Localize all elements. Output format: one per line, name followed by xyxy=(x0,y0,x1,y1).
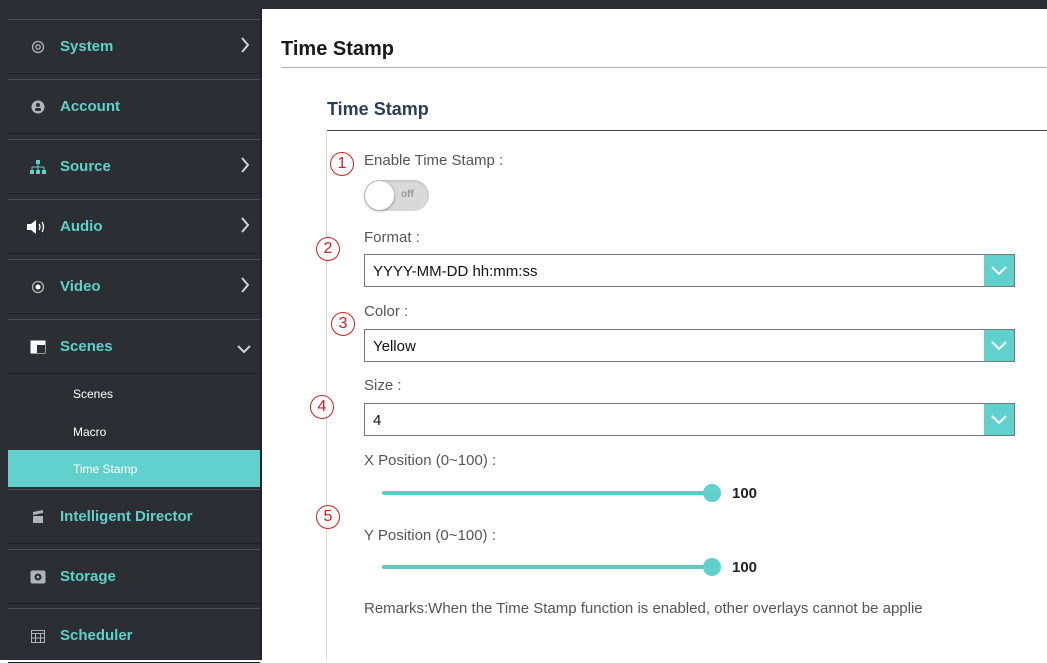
sidebar-item-label: Audio xyxy=(60,218,103,235)
title-divider xyxy=(281,67,1047,68)
account-icon xyxy=(26,100,50,114)
size-label: Size : xyxy=(364,377,402,394)
annotation-marker-2: 2 xyxy=(316,237,340,261)
sidebar-subitem-label: Scenes xyxy=(73,386,114,401)
chevron-down-icon xyxy=(237,345,251,354)
size-select[interactable]: 4 xyxy=(364,403,1015,436)
storage-icon xyxy=(26,570,50,584)
dropdown-button[interactable] xyxy=(984,255,1014,286)
chevron-right-icon xyxy=(241,217,250,233)
sidebar-subitem-label: Macro xyxy=(73,424,107,439)
color-select[interactable]: Yellow xyxy=(364,329,1015,362)
sidebar-subitem-macro[interactable]: Macro xyxy=(8,413,260,450)
sidebar-item-label: Intelligent Director xyxy=(60,508,193,525)
y-position-slider-handle[interactable] xyxy=(703,558,721,576)
annotation-marker-5: 5 xyxy=(316,505,340,529)
toggle-state-text: off xyxy=(401,189,414,200)
sidebar-item-storage[interactable]: Storage xyxy=(8,549,260,604)
enable-time-stamp-toggle[interactable]: off xyxy=(364,180,429,211)
sidebar-item-label: Account xyxy=(60,98,120,115)
chevron-down-icon xyxy=(991,414,1007,424)
x-position-slider-track[interactable] xyxy=(382,491,712,495)
sitemap-icon xyxy=(26,159,50,174)
sidebar-item-label: Storage xyxy=(60,568,116,585)
top-bar xyxy=(0,0,1047,9)
x-position-value: 100 xyxy=(732,485,758,502)
gear-icon xyxy=(26,40,50,54)
sidebar-item-label: System xyxy=(60,38,114,55)
chevron-down-icon xyxy=(991,340,1007,350)
x-position-slider-handle[interactable] xyxy=(703,484,721,502)
scenes-icon xyxy=(26,340,50,354)
sidebar-item-source[interactable]: Source xyxy=(8,139,260,194)
format-value: YYYY-MM-DD hh:mm:ss xyxy=(373,263,538,280)
section-title: Time Stamp xyxy=(327,99,429,119)
color-label: Color : xyxy=(364,303,409,320)
remarks-text: Remarks:When the Time Stamp function is … xyxy=(364,600,923,617)
dropdown-button[interactable] xyxy=(984,330,1014,361)
sidebar-subitem-label: Time Stamp xyxy=(73,461,138,476)
annotation-marker-4: 4 xyxy=(310,395,334,419)
chevron-right-icon xyxy=(241,37,250,53)
video-dot-icon xyxy=(26,280,50,294)
x-position-label: X Position (0~100) : xyxy=(364,452,497,469)
sidebar-item-audio[interactable]: Audio xyxy=(8,199,260,254)
chevron-right-icon xyxy=(241,157,250,173)
y-position-value: 100 xyxy=(732,559,758,576)
sidebar-item-scenes[interactable]: Scenes xyxy=(8,319,260,374)
format-label: Format : xyxy=(364,229,420,246)
chevron-right-icon xyxy=(241,277,250,293)
sidebar-item-video[interactable]: Video xyxy=(8,259,260,314)
sidebar-item-label: Scheduler xyxy=(60,627,133,644)
sidebar-item-label: Source xyxy=(60,158,111,175)
y-position-slider-track[interactable] xyxy=(382,565,712,569)
format-select[interactable]: YYYY-MM-DD hh:mm:ss xyxy=(364,254,1015,287)
sidebar-item-system[interactable]: System xyxy=(8,19,260,74)
color-value: Yellow xyxy=(373,338,416,355)
sidebar-item-label: Video xyxy=(60,278,101,295)
chevron-down-icon xyxy=(991,265,1007,275)
toggle-knob xyxy=(365,181,394,210)
size-value: 4 xyxy=(373,412,382,429)
sidebar-subitem-time-stamp[interactable]: Time Stamp xyxy=(8,450,260,487)
section-divider xyxy=(327,130,1047,131)
calendar-icon xyxy=(26,629,50,643)
annotation-marker-3: 3 xyxy=(331,312,355,336)
sidebar-subitem-scenes[interactable]: Scenes xyxy=(8,375,260,412)
sidebar-divider xyxy=(260,9,262,660)
sidebar-item-scheduler[interactable]: Scheduler xyxy=(8,608,260,663)
enable-time-stamp-label: Enable Time Stamp : xyxy=(364,152,504,169)
page-title: Time Stamp xyxy=(281,38,394,60)
annotation-marker-1: 1 xyxy=(330,152,354,176)
y-position-label: Y Position (0~100) : xyxy=(364,527,496,544)
speaker-icon xyxy=(26,219,50,234)
sidebar-item-intelligent-director[interactable]: Intelligent Director xyxy=(8,489,260,544)
director-icon xyxy=(26,509,50,524)
dropdown-button[interactable] xyxy=(984,404,1014,435)
sidebar-item-label: Scenes xyxy=(60,338,113,355)
sidebar-item-account[interactable]: Account xyxy=(8,79,260,134)
